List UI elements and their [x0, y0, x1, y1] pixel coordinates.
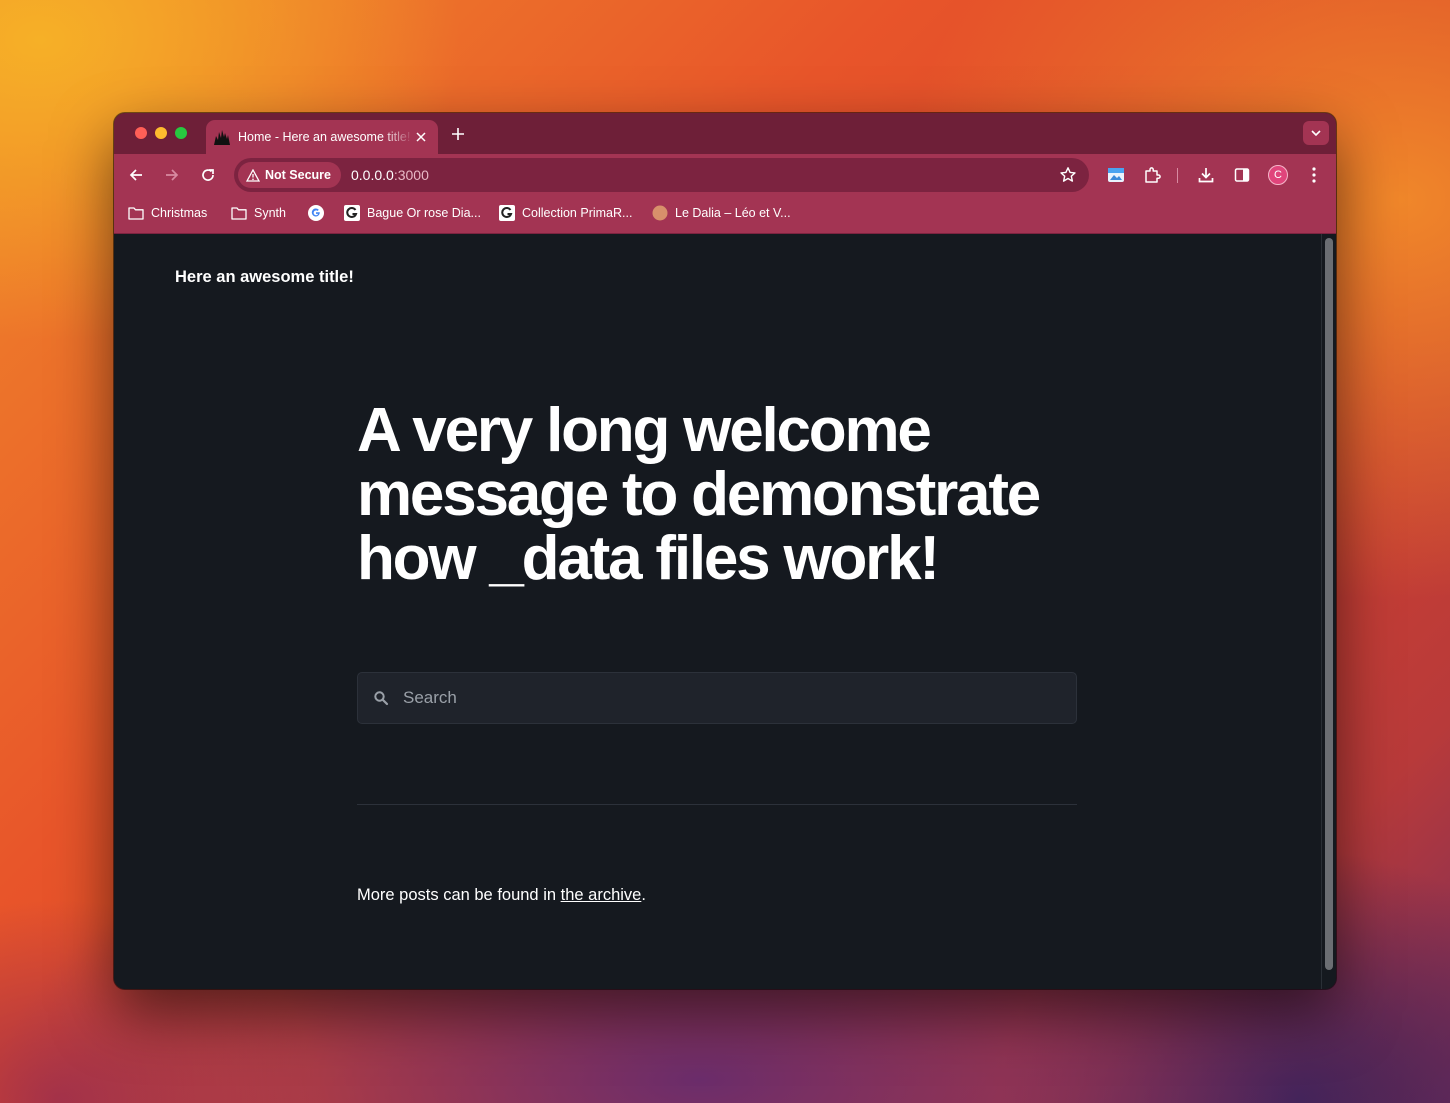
avatar-initial: C — [1274, 169, 1282, 181]
scrollbar-thumb[interactable] — [1325, 238, 1333, 970]
warning-icon — [246, 168, 260, 182]
bookmark-label: Synth — [254, 206, 286, 220]
search-input[interactable] — [401, 687, 1045, 709]
security-indicator[interactable]: Not Secure — [238, 162, 341, 188]
hero-heading: A very long welcome message to demonstra… — [357, 396, 1041, 593]
forward-button[interactable] — [161, 164, 183, 186]
tab-strip: Home - Here an awesome title! — [114, 113, 1336, 154]
profile-button[interactable]: C — [1267, 164, 1289, 186]
minimize-window-button[interactable] — [155, 127, 167, 139]
extension-button[interactable] — [1105, 164, 1127, 186]
folder-icon — [231, 205, 247, 221]
google-icon — [308, 205, 324, 221]
folder-icon — [128, 205, 144, 221]
site-title[interactable]: Here an awesome title! — [175, 268, 354, 287]
extension-window-icon — [1108, 168, 1124, 182]
security-label: Not Secure — [265, 168, 331, 182]
new-tab-button[interactable] — [448, 124, 468, 144]
g-favicon-icon — [344, 205, 360, 221]
menu-button[interactable] — [1303, 164, 1325, 186]
archive-note-period: . — [641, 886, 646, 904]
g-favicon-icon — [499, 205, 515, 221]
side-panel-icon — [1234, 168, 1250, 182]
bookmark-folder-synth[interactable]: Synth — [231, 205, 286, 221]
reload-button[interactable] — [197, 164, 219, 186]
tab-search-button[interactable] — [1303, 121, 1329, 145]
puzzle-icon — [1145, 167, 1161, 183]
bookmark-label: Bague Or rose Dia... — [367, 206, 481, 220]
search-box[interactable] — [357, 672, 1077, 724]
url-host: 0.0.0.0 — [351, 167, 394, 183]
site-favicon-icon — [214, 129, 230, 145]
bookmark-bague-or-rose[interactable]: Bague Or rose Dia... — [344, 205, 481, 221]
chevron-down-icon — [1311, 130, 1321, 136]
browser-toolbar: Not Secure 0.0.0.0:3000 C — [114, 154, 1336, 195]
archive-note-text: More posts can be found in — [357, 886, 561, 904]
arrow-right-icon — [166, 169, 179, 181]
extensions-button[interactable] — [1141, 164, 1163, 186]
close-tab-icon[interactable] — [413, 129, 429, 145]
bookmark-label: Christmas — [151, 206, 208, 220]
bookmarks-bar: Christmas Synth Bague Or rose Dia... Col… — [114, 195, 1336, 234]
bookmark-folder-christmas[interactable]: Christmas — [128, 205, 207, 221]
url-port: :3000 — [393, 167, 429, 183]
tab-title: Home - Here an awesome title! — [238, 130, 411, 144]
arrow-left-icon — [129, 169, 142, 181]
url-text[interactable]: 0.0.0.0:3000 — [351, 167, 429, 183]
toolbar-separator — [1177, 168, 1178, 183]
close-window-button[interactable] — [135, 127, 147, 139]
scrollbar[interactable] — [1321, 234, 1336, 989]
archive-link[interactable]: the archive — [561, 886, 642, 904]
bookmark-le-dalia[interactable]: Le Dalia – Léo et V... — [652, 205, 791, 221]
side-panel-button[interactable] — [1231, 164, 1253, 186]
reload-icon — [202, 169, 214, 181]
search-icon — [373, 690, 389, 706]
maximize-window-button[interactable] — [175, 127, 187, 139]
back-button[interactable] — [125, 164, 147, 186]
browser-window: Home - Here an awesome title! Not Secure — [114, 113, 1336, 989]
bookmark-label: Collection PrimaR... — [522, 206, 633, 220]
archive-note: More posts can be found in the archive. — [357, 886, 646, 905]
bookmark-google[interactable] — [308, 205, 331, 221]
tab-home[interactable]: Home - Here an awesome title! — [206, 120, 438, 154]
download-icon — [1198, 168, 1214, 183]
bookmark-star-icon[interactable] — [1059, 166, 1077, 184]
bookmark-collection-primar[interactable]: Collection PrimaR... — [499, 205, 632, 221]
kebab-menu-icon — [1312, 167, 1316, 183]
dalia-favicon-icon — [652, 205, 668, 221]
page-content: Here an awesome title! A very long welco… — [114, 234, 1321, 989]
divider — [357, 804, 1077, 805]
downloads-button[interactable] — [1195, 164, 1217, 186]
address-bar[interactable]: Not Secure 0.0.0.0:3000 — [234, 158, 1089, 192]
bookmark-label: Le Dalia – Léo et V... — [675, 206, 791, 220]
